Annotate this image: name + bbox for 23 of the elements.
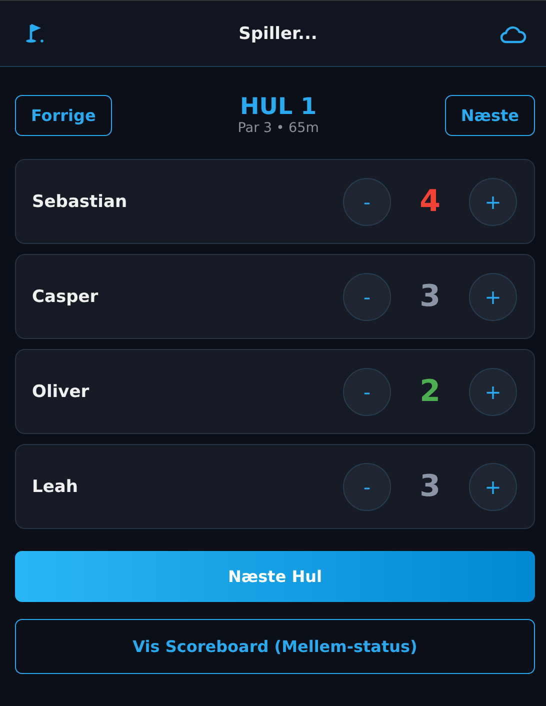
score-value: 3 — [418, 279, 442, 314]
increase-button[interactable]: + — [469, 462, 517, 510]
increase-button[interactable]: + — [469, 178, 517, 226]
score-value: 2 — [418, 374, 442, 409]
score-value: 4 — [418, 184, 442, 219]
next-hole-button[interactable]: Næste Hul — [15, 551, 535, 602]
score-value: 3 — [418, 469, 442, 504]
increase-button[interactable]: + — [469, 272, 517, 320]
scoreboard-button[interactable]: Vis Scoreboard (Mellem-status) — [15, 619, 535, 674]
decrease-button[interactable]: - — [343, 368, 391, 416]
increase-button[interactable]: + — [469, 368, 517, 416]
header-title: Spiller... — [238, 24, 318, 44]
player-name: Sebastian — [32, 192, 128, 212]
previous-button[interactable]: Forrige — [15, 94, 112, 136]
player-name: Casper — [32, 286, 98, 306]
hole-title: HUL 1 — [240, 94, 317, 120]
decrease-button[interactable]: - — [343, 462, 391, 510]
player-name: Leah — [32, 476, 78, 496]
decrease-button[interactable]: - — [343, 272, 391, 320]
player-name: Oliver — [32, 382, 90, 402]
decrease-button[interactable]: - — [343, 178, 391, 226]
next-button[interactable]: Næste — [444, 94, 535, 136]
hole-info: Par 3 • 65m — [238, 120, 319, 136]
